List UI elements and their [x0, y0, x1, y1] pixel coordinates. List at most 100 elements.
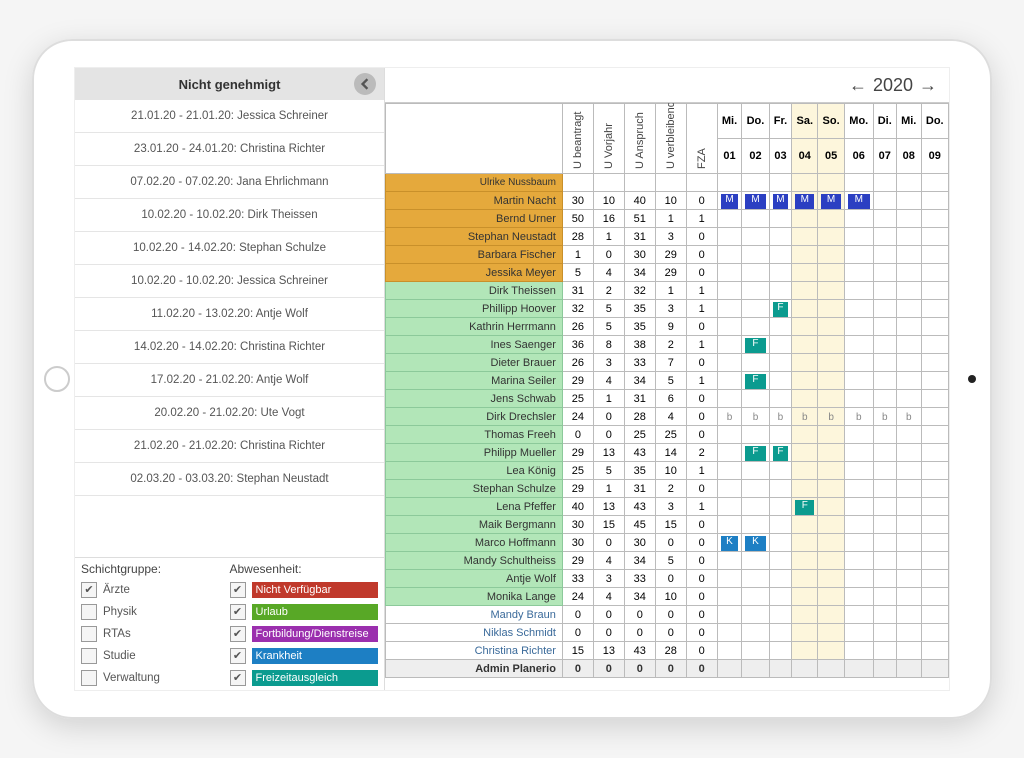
day-cell[interactable] — [921, 642, 948, 660]
day-cell[interactable] — [921, 516, 948, 534]
day-cell[interactable] — [873, 426, 896, 444]
day-cell[interactable] — [792, 282, 818, 300]
day-cell[interactable] — [769, 534, 792, 552]
day-cell[interactable] — [873, 606, 896, 624]
employee-name[interactable]: Kathrin Herrmann — [386, 318, 563, 336]
request-item[interactable]: 10.02.20 - 14.02.20: Stephan Schulze — [75, 232, 384, 265]
day-cell[interactable] — [769, 606, 792, 624]
day-cell[interactable] — [896, 624, 921, 642]
employee-name[interactable]: Mandy Schultheiss — [386, 552, 563, 570]
day-cell[interactable] — [792, 624, 818, 642]
day-cell[interactable] — [742, 426, 769, 444]
day-cell[interactable] — [921, 570, 948, 588]
day-cell[interactable] — [742, 624, 769, 642]
day-cell[interactable] — [792, 534, 818, 552]
day-cell[interactable] — [818, 624, 845, 642]
day-cell[interactable] — [873, 246, 896, 264]
absence-badge[interactable]: M — [721, 194, 739, 209]
day-cell[interactable] — [873, 210, 896, 228]
day-cell[interactable] — [769, 246, 792, 264]
day-cell[interactable] — [844, 282, 873, 300]
day-cell[interactable] — [873, 354, 896, 372]
day-cell[interactable]: b — [769, 408, 792, 426]
request-item[interactable]: 17.02.20 - 21.02.20: Antje Wolf — [75, 364, 384, 397]
employee-name[interactable]: Philipp Mueller — [386, 444, 563, 462]
request-item[interactable]: 02.03.20 - 03.03.20: Stephan Neustadt — [75, 463, 384, 496]
day-cell[interactable] — [769, 498, 792, 516]
employee-name[interactable]: Marco Hoffmann — [386, 534, 563, 552]
request-item[interactable]: 21.01.20 - 21.01.20: Jessica Schreiner — [75, 100, 384, 133]
day-cell[interactable] — [921, 588, 948, 606]
day-cell[interactable] — [818, 246, 845, 264]
day-cell[interactable] — [921, 246, 948, 264]
absence-badge[interactable]: M — [745, 194, 765, 209]
checkbox-icon[interactable] — [81, 670, 97, 686]
day-cell[interactable] — [769, 210, 792, 228]
day-cell[interactable] — [769, 228, 792, 246]
day-cell[interactable] — [769, 336, 792, 354]
day-cell[interactable] — [742, 516, 769, 534]
day-cell[interactable] — [844, 480, 873, 498]
day-cell[interactable] — [769, 480, 792, 498]
day-cell[interactable] — [896, 318, 921, 336]
day-cell[interactable] — [844, 426, 873, 444]
day-cell[interactable] — [921, 390, 948, 408]
day-cell[interactable] — [717, 246, 742, 264]
day-cell[interactable] — [844, 624, 873, 642]
day-cell[interactable] — [792, 228, 818, 246]
day-cell[interactable]: M — [818, 192, 845, 210]
day-cell[interactable] — [921, 354, 948, 372]
day-cell[interactable] — [717, 660, 742, 678]
day-cell[interactable] — [873, 642, 896, 660]
request-item[interactable]: 11.02.20 - 13.02.20: Antje Wolf — [75, 298, 384, 331]
employee-name[interactable]: Maik Bergmann — [386, 516, 563, 534]
day-cell[interactable] — [921, 444, 948, 462]
day-cell[interactable] — [818, 300, 845, 318]
day-cell[interactable] — [921, 210, 948, 228]
absence-badge[interactable]: M — [795, 194, 814, 209]
day-cell[interactable] — [742, 282, 769, 300]
day-cell[interactable] — [873, 462, 896, 480]
checkbox-icon[interactable]: ✔ — [230, 582, 246, 598]
day-cell[interactable] — [818, 318, 845, 336]
schicht-checkbox-row[interactable]: RTAs — [81, 624, 230, 643]
day-cell[interactable] — [896, 570, 921, 588]
day-cell[interactable] — [742, 606, 769, 624]
employee-name[interactable]: Monika Lange — [386, 588, 563, 606]
day-cell[interactable] — [873, 552, 896, 570]
employee-name[interactable]: Lea König — [386, 462, 563, 480]
day-cell[interactable] — [873, 282, 896, 300]
day-cell[interactable] — [873, 228, 896, 246]
day-cell[interactable]: M — [742, 192, 769, 210]
day-cell[interactable] — [717, 552, 742, 570]
day-cell[interactable] — [844, 246, 873, 264]
day-cell[interactable] — [873, 444, 896, 462]
grid-scroll[interactable]: U beantragtU VorjahrU AnspruchU verbleib… — [385, 102, 949, 690]
day-cell[interactable] — [844, 390, 873, 408]
day-cell[interactable] — [818, 462, 845, 480]
abwesenheit-checkbox-row[interactable]: ✔Krankheit — [230, 646, 379, 665]
day-cell[interactable]: b — [896, 408, 921, 426]
day-cell[interactable] — [818, 390, 845, 408]
day-cell[interactable] — [896, 264, 921, 282]
day-cell[interactable] — [921, 264, 948, 282]
schicht-checkbox-row[interactable]: ✔Ärzte — [81, 580, 230, 599]
day-cell[interactable] — [844, 660, 873, 678]
absence-badge[interactable]: M — [773, 194, 789, 209]
day-cell[interactable] — [742, 354, 769, 372]
day-cell[interactable] — [742, 246, 769, 264]
day-cell[interactable] — [921, 228, 948, 246]
day-cell[interactable] — [742, 588, 769, 606]
day-cell[interactable]: b — [873, 408, 896, 426]
employee-name[interactable]: Phillipp Hoover — [386, 300, 563, 318]
employee-name[interactable]: Antje Wolf — [386, 570, 563, 588]
abwesenheit-checkbox-row[interactable]: ✔Nicht Verfügbar — [230, 580, 379, 599]
day-cell[interactable] — [818, 480, 845, 498]
day-cell[interactable] — [742, 318, 769, 336]
employee-name[interactable]: Mandy Braun — [386, 606, 563, 624]
day-cell[interactable] — [792, 354, 818, 372]
day-cell[interactable] — [844, 534, 873, 552]
day-cell[interactable] — [921, 408, 948, 426]
day-cell[interactable] — [896, 462, 921, 480]
day-cell[interactable]: K — [717, 534, 742, 552]
